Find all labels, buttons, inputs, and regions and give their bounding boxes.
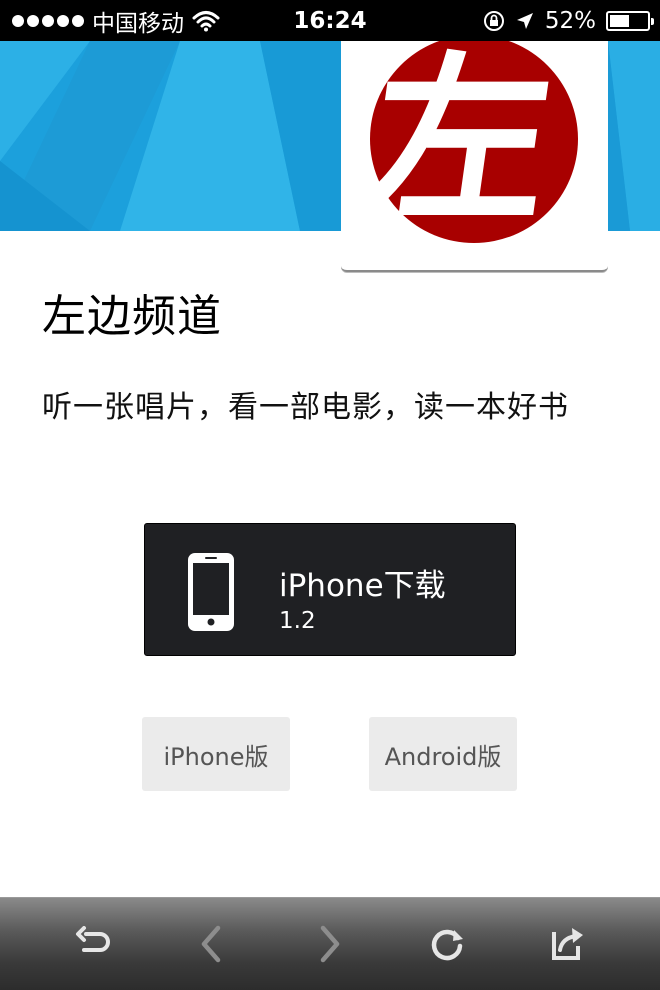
browser-toolbar bbox=[0, 897, 660, 990]
app-title: 左边频道 bbox=[42, 291, 222, 342]
share-icon bbox=[552, 928, 583, 960]
share-button[interactable] bbox=[526, 898, 606, 990]
download-button-title: iPhone下载 bbox=[279, 568, 446, 604]
back-chevron-icon bbox=[201, 925, 221, 963]
rotation-lock-icon bbox=[483, 10, 504, 31]
reload-button[interactable] bbox=[407, 898, 487, 990]
reload-icon bbox=[431, 929, 463, 961]
battery-icon bbox=[606, 10, 654, 31]
undo-button[interactable] bbox=[54, 898, 134, 990]
undo-icon bbox=[76, 926, 110, 952]
battery-percent: 52% bbox=[544, 7, 596, 34]
download-button-version: 1.2 bbox=[279, 608, 316, 634]
app-tagline: 听一张唱片，看一部电影，读一本好书 bbox=[42, 390, 569, 425]
app-icon-card: 左 bbox=[341, 41, 608, 272]
location-arrow-icon bbox=[516, 12, 533, 29]
iphone-download-button[interactable]: iPhone下载 1.2 bbox=[144, 523, 516, 656]
app-logo: 左 bbox=[355, 41, 578, 246]
forward-button[interactable] bbox=[290, 898, 370, 990]
back-button[interactable] bbox=[171, 898, 251, 990]
app-logo-glyph: 左 bbox=[355, 41, 565, 246]
status-bar: 中国移动 16:24 52% bbox=[0, 0, 660, 41]
android-version-button[interactable]: Android版 bbox=[369, 717, 517, 791]
status-right: 52% bbox=[483, 0, 654, 41]
forward-chevron-icon bbox=[320, 925, 340, 963]
iphone-icon bbox=[188, 553, 234, 631]
iphone-version-button[interactable]: iPhone版 bbox=[142, 717, 290, 791]
battery-fill bbox=[610, 14, 629, 27]
